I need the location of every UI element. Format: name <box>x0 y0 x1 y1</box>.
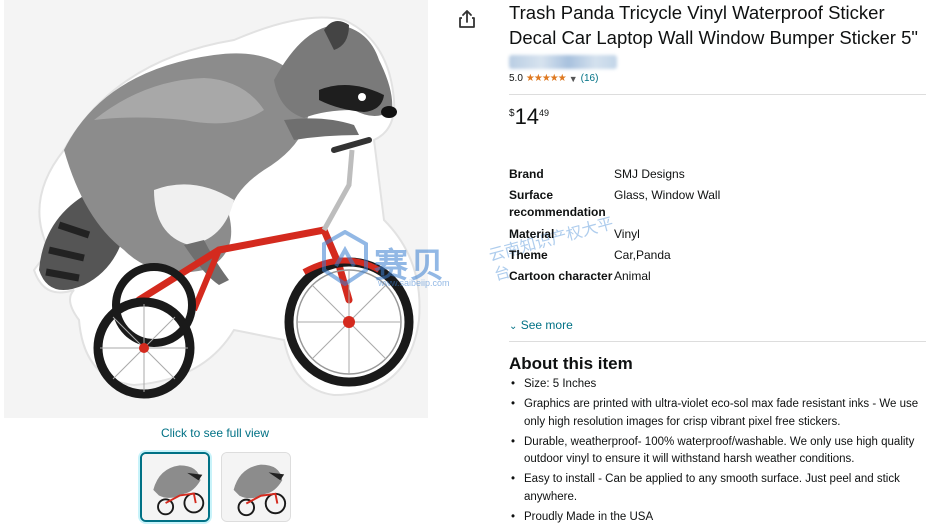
spec-value: Glass, Window Wall <box>614 188 721 202</box>
bullet-item: Proudly Made in the USA <box>509 509 926 527</box>
spec-row: Cartoon character Animal <box>509 268 926 285</box>
review-count-link[interactable]: (16) <box>581 73 599 84</box>
price-whole: 14 <box>514 104 540 129</box>
chevron-down-icon: ⌄ <box>509 321 518 332</box>
raccoon-tricycle-illustration <box>4 0 428 418</box>
share-icon[interactable] <box>456 8 478 30</box>
about-bullets: Size: 5 Inches Graphics are printed with… <box>509 376 926 528</box>
bullet-item: Graphics are printed with ultra-violet e… <box>509 396 926 431</box>
spec-row: Theme Car,Panda <box>509 247 926 264</box>
divider <box>509 341 926 342</box>
chevron-down-icon[interactable]: ▼ <box>569 74 578 84</box>
spec-row: Brand SMJ Designs <box>509 166 926 183</box>
spec-key: Surface recommendation <box>509 188 606 219</box>
main-product-image[interactable] <box>4 0 428 418</box>
product-title: Trash Panda Tricycle Vinyl Waterproof St… <box>509 2 918 48</box>
spec-value: SMJ Designs <box>614 167 685 181</box>
thumbnail-2[interactable] <box>221 452 291 522</box>
spec-key: Material <box>509 227 555 241</box>
raccoon-thumbnail-icon <box>222 453 290 521</box>
spec-value: Vinyl <box>614 227 640 241</box>
spec-value: Car,Panda <box>614 248 671 262</box>
spec-key: Theme <box>509 248 548 262</box>
divider <box>509 94 926 95</box>
see-full-view-link[interactable]: Click to see full view <box>0 426 430 440</box>
spec-key: Cartoon character <box>509 269 613 283</box>
spec-value: Animal <box>614 269 651 283</box>
specs-fade <box>509 298 926 314</box>
see-more-label: See more <box>520 318 573 332</box>
about-title: About this item <box>509 354 633 373</box>
product-specs-table: Brand SMJ Designs Surface recommendation… <box>509 166 926 312</box>
thumbnail-1[interactable] <box>140 452 210 522</box>
spec-row: Surface recommendation Glass, Window Wal… <box>509 187 926 221</box>
image-gallery: Click to see full view <box>0 0 430 528</box>
star-rating-icon[interactable]: ★★★★★ <box>526 73 567 84</box>
spec-row: Material Vinyl <box>509 226 926 243</box>
bullet-item: Durable, weatherproof- 100% waterproof/w… <box>509 434 926 469</box>
raccoon-thumbnail-icon <box>142 454 208 520</box>
bullet-item: Size: 5 Inches <box>509 376 926 394</box>
rating-row: 5.0 ★★★★★ ▼ (16) <box>509 73 926 84</box>
rating-value: 5.0 <box>509 73 523 84</box>
see-more-link[interactable]: ⌄ See more <box>509 318 573 332</box>
price: $ 14 49 <box>509 105 926 129</box>
store-link-blurred[interactable] <box>509 55 617 69</box>
spec-key: Brand <box>509 167 544 181</box>
bullet-item: Easy to install - Can be applied to any … <box>509 471 926 506</box>
product-info: Trash Panda Tricycle Vinyl Waterproof St… <box>509 0 926 129</box>
price-fraction: 49 <box>539 108 550 118</box>
